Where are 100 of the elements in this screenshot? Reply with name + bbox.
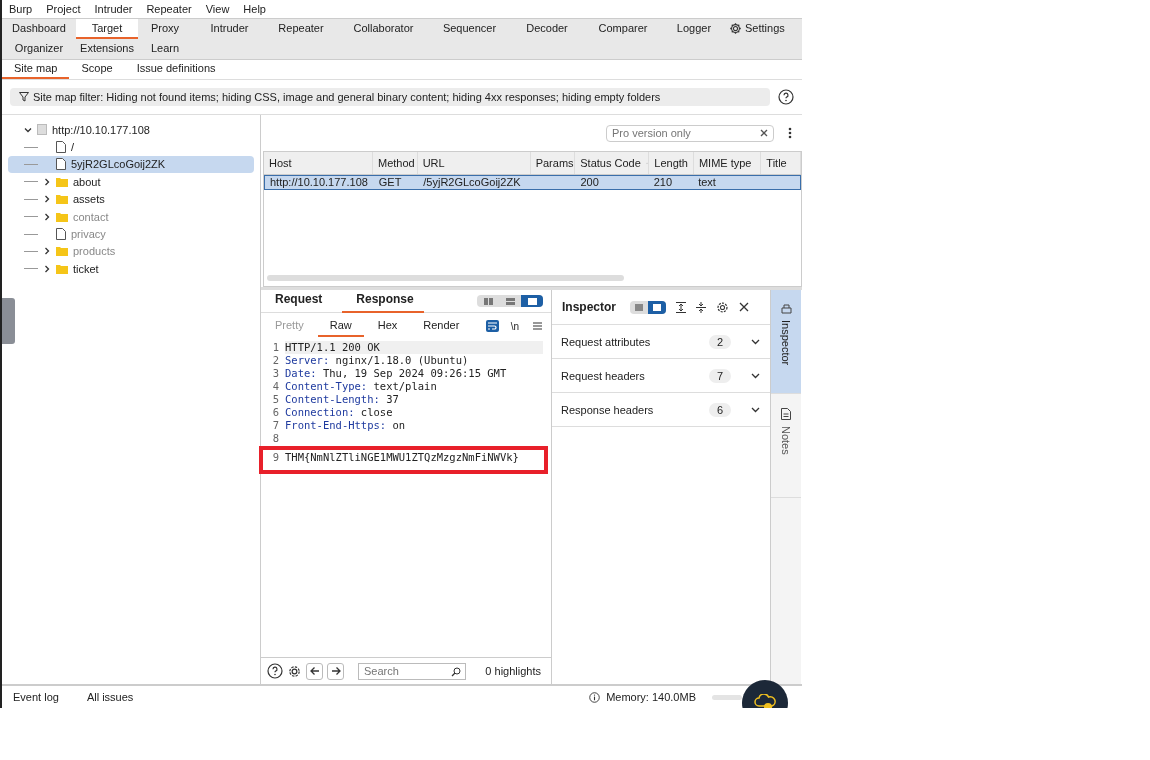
- editor-tab[interactable]: Response: [342, 289, 424, 313]
- main-tab[interactable]: Comparer: [587, 19, 659, 39]
- line-number: 6: [271, 406, 280, 419]
- expand-all-icon[interactable]: [676, 301, 686, 313]
- menu-item[interactable]: Help: [236, 3, 273, 15]
- settings-icon[interactable]: [287, 663, 302, 679]
- sub-tab[interactable]: Site map: [2, 60, 70, 79]
- main-tab[interactable]: Decoder: [507, 19, 587, 39]
- chevron-icon[interactable]: [751, 338, 760, 345]
- forward-button[interactable]: [327, 662, 344, 680]
- tree-item[interactable]: contact: [73, 210, 109, 223]
- view-tab[interactable]: Raw: [317, 315, 364, 337]
- main-tab[interactable]: Learn: [138, 39, 192, 59]
- arrow-left-icon: [309, 666, 320, 676]
- view-tab[interactable]: Render: [411, 315, 472, 337]
- chevron-icon[interactable]: [43, 195, 51, 204]
- menu-item[interactable]: Burp: [2, 3, 40, 15]
- main-tab[interactable]: Dashboard: [2, 19, 76, 39]
- filter-bar[interactable]: Site map filter: Hiding not found items; hiding CSS, image and general binary content; hiding 4xx responses; hiding empty folders: [10, 88, 770, 106]
- inspector-section[interactable]: Response headers 6: [552, 393, 770, 427]
- tree-item[interactable]: /: [71, 141, 75, 154]
- layout-button[interactable]: [521, 295, 543, 307]
- tree-item[interactable]: http://10.10.177.108: [52, 123, 150, 136]
- menu-item[interactable]: View: [198, 3, 237, 15]
- host-icon: [37, 124, 47, 136]
- scrollbar-thumb[interactable]: [267, 275, 624, 281]
- main-tab[interactable]: Sequencer: [432, 19, 507, 39]
- help-icon[interactable]: [778, 89, 794, 105]
- menu-item[interactable]: Project: [39, 3, 88, 15]
- menu-item[interactable]: Intruder: [87, 3, 140, 15]
- folder-icon: [56, 211, 68, 222]
- clear-icon[interactable]: [760, 128, 768, 137]
- tree-item[interactable]: products: [73, 245, 116, 258]
- main-tab[interactable]: Extensions: [76, 39, 138, 59]
- table-cell: 210: [653, 176, 672, 188]
- chevron-icon[interactable]: [43, 212, 51, 221]
- chevron-icon[interactable]: [751, 406, 760, 413]
- collapse-all-icon[interactable]: [696, 301, 706, 313]
- folder-icon: [56, 263, 68, 274]
- sub-tab[interactable]: Scope: [69, 60, 125, 79]
- main-tab[interactable]: Proxy: [138, 19, 192, 39]
- settings-button[interactable]: Settings: [729, 19, 802, 37]
- status-tab[interactable]: All issues: [86, 691, 134, 703]
- column-header[interactable]: Status Code: [575, 152, 650, 174]
- more-icon[interactable]: [788, 127, 792, 139]
- gear-icon: [729, 21, 742, 35]
- side-tab[interactable]: Inspector: [771, 290, 801, 394]
- file-icon: [56, 228, 66, 241]
- selected-row[interactable]: 5yjR2GLcoGoij2ZK: [8, 155, 254, 174]
- wrap-toggle-button[interactable]: [485, 320, 499, 332]
- help-icon[interactable]: [267, 663, 283, 679]
- main-tab[interactable]: Logger: [659, 19, 729, 39]
- main-tab[interactable]: Intruder: [192, 19, 267, 39]
- chevron-icon[interactable]: [24, 125, 32, 134]
- main-tab[interactable]: Target: [76, 19, 138, 39]
- tree-item[interactable]: assets: [73, 193, 105, 206]
- search-field[interactable]: Search: [358, 662, 466, 680]
- main-tab[interactable]: Organizer: [2, 39, 76, 59]
- search-field[interactable]: Pro version only: [606, 124, 774, 142]
- inspector-section[interactable]: Request headers 7: [552, 359, 770, 393]
- main-tab[interactable]: Repeater: [267, 19, 335, 39]
- tree-item[interactable]: about: [73, 175, 101, 188]
- layout-button[interactable]: [648, 300, 666, 314]
- settings-icon[interactable]: [716, 300, 729, 314]
- chevron-icon[interactable]: [43, 177, 51, 186]
- column-header[interactable]: Length: [649, 152, 694, 174]
- column-header[interactable]: Host: [264, 152, 373, 174]
- folder-icon: [56, 176, 68, 187]
- count-badge: 7: [708, 368, 731, 383]
- memory-bar: [712, 694, 742, 700]
- side-handle[interactable]: [2, 298, 15, 344]
- columns-icon: [483, 297, 493, 305]
- chevron-icon[interactable]: [751, 372, 760, 379]
- menu-icon[interactable]: [533, 322, 542, 330]
- column-header[interactable]: Method: [373, 152, 418, 174]
- chevron-icon[interactable]: [43, 247, 51, 256]
- menu-item[interactable]: Repeater: [139, 3, 199, 15]
- column-header[interactable]: MIME type: [693, 152, 762, 174]
- inspector-section[interactable]: Request attributes 2: [552, 325, 770, 359]
- tree-item[interactable]: privacy: [71, 228, 106, 241]
- code-line: Date: Thu, 19 Sep 2024 09:26:15 GMT: [285, 367, 507, 380]
- sub-tab[interactable]: Issue definitions: [124, 60, 228, 79]
- column-header[interactable]: Params: [530, 152, 576, 174]
- chevron-icon[interactable]: [43, 264, 51, 273]
- editor-tab[interactable]: Request: [275, 289, 333, 313]
- back-button[interactable]: [306, 662, 323, 680]
- status-tab[interactable]: Event log: [13, 691, 59, 703]
- column-header[interactable]: Title: [761, 152, 801, 174]
- line-number: 3: [271, 367, 280, 380]
- table-row[interactable]: http://10.10.177.108 GET /5yjR2GLcoGoij2ZK 200 210 text: [264, 175, 801, 190]
- main-tab[interactable]: Collaborator: [335, 19, 432, 39]
- newline-toggle[interactable]: \n: [510, 320, 519, 332]
- view-tab[interactable]: Hex: [365, 315, 410, 337]
- close-icon[interactable]: [739, 302, 749, 312]
- column-header[interactable]: URL: [417, 152, 531, 174]
- tree-item[interactable]: ticket: [73, 262, 99, 275]
- line-number: 7: [271, 419, 280, 432]
- count-badge: 6: [708, 402, 731, 417]
- side-tab[interactable]: Notes: [771, 394, 801, 498]
- tree-item[interactable]: 5yjR2GLcoGoij2ZK: [71, 158, 166, 171]
